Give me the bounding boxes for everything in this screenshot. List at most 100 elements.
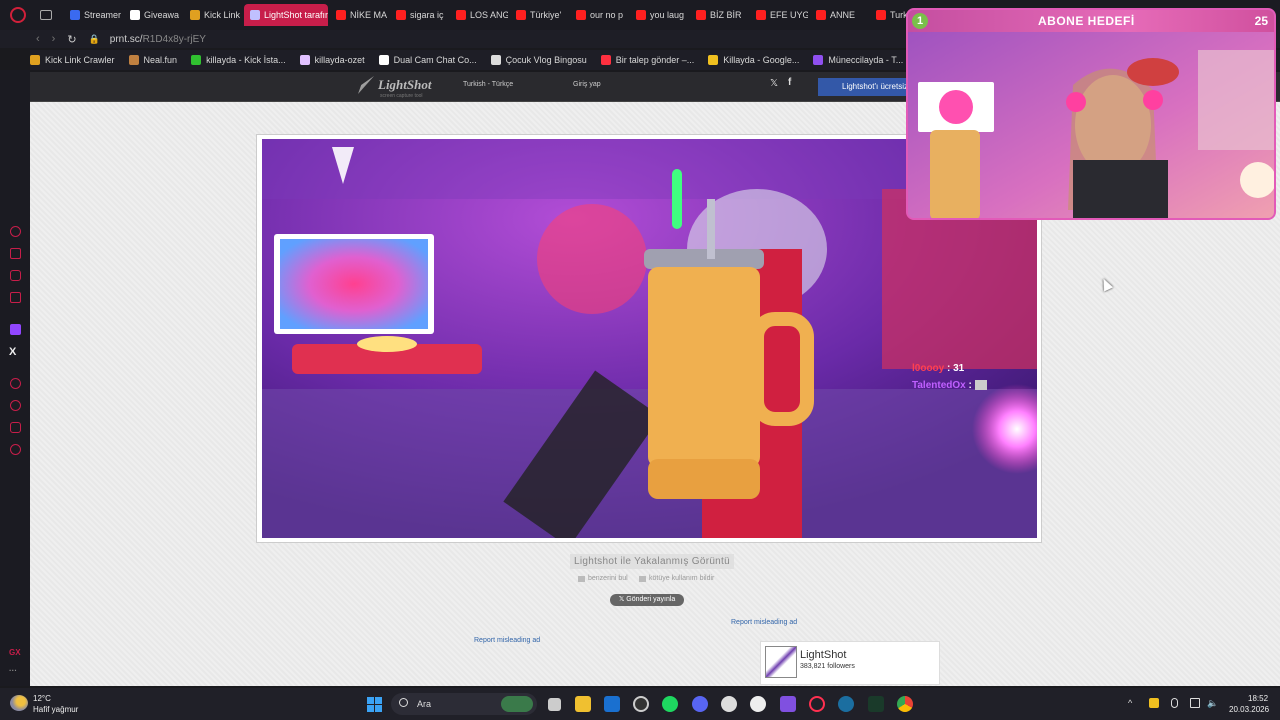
facebook-page-name[interactable]: LightShot: [800, 649, 846, 661]
report-ad-left-link[interactable]: Report misleading ad: [474, 637, 540, 644]
bookmark-item[interactable]: Dual Cam Chat Co...: [378, 55, 477, 65]
discord-icon[interactable]: [692, 696, 708, 712]
url-field[interactable]: prnt.sc/R1D4x8y-rjEY: [110, 34, 206, 45]
extensions-icon[interactable]: [10, 422, 21, 433]
bookmark-item[interactable]: killayda - Kick İsta...: [191, 55, 286, 65]
chrome-icon[interactable]: [897, 696, 913, 712]
x-icon[interactable]: X: [9, 346, 16, 358]
lightshot-avatar: [765, 646, 797, 678]
settings-gear-icon[interactable]: [10, 444, 21, 455]
browser-tab[interactable]: LOS ANG: [450, 4, 508, 26]
browser-tab[interactable]: Giveawa: [124, 4, 182, 26]
image-icon: [578, 575, 585, 582]
browser-tab[interactable]: Türkiye': [510, 4, 568, 26]
facebook-page-widget[interactable]: LightShot 383,821 followers: [760, 641, 940, 685]
browser-tab[interactable]: sigara iç: [390, 4, 448, 26]
lightshot-logo[interactable]: LightShot screen capture tool: [358, 76, 431, 99]
facebook-icon[interactable]: f: [788, 77, 791, 88]
steam-icon[interactable]: [838, 696, 854, 712]
messenger-icon[interactable]: [10, 270, 21, 281]
spotify-icon[interactable]: [662, 696, 678, 712]
bookmark-item[interactable]: Kick Link Crawler: [30, 55, 115, 65]
twitch-icon[interactable]: [10, 324, 21, 335]
chat-line: TalentedOx :: [912, 380, 987, 391]
browser-tab[interactable]: LightShot tarafın: [244, 4, 328, 26]
goal-target-count: 25: [1254, 14, 1268, 28]
browser-tab[interactable]: Kick Link: [184, 4, 242, 26]
tab-manager-icon[interactable]: [40, 10, 52, 20]
tray-app-icon[interactable]: [1149, 698, 1159, 708]
tab-label: NİKE MA: [350, 10, 388, 20]
settings-icon[interactable]: [721, 696, 737, 712]
report-ad-right-link[interactable]: Report misleading ad: [731, 619, 797, 626]
tab-list: Streamer Giveawa Kick Link LightShot tarafı…: [64, 4, 928, 26]
forward-icon[interactable]: ›: [52, 33, 56, 45]
browser-tab[interactable]: NİKE MA: [330, 4, 388, 26]
browser-tab[interactable]: BİZ BİR: [690, 4, 748, 26]
microphone-icon[interactable]: [1171, 698, 1178, 708]
bookmark-item[interactable]: Killayda - Google...: [708, 55, 799, 65]
report-abuse-link[interactable]: kötüye kullanım bildir: [639, 575, 714, 582]
display-icon[interactable]: [1190, 698, 1200, 708]
reload-icon[interactable]: ↻: [67, 33, 76, 46]
weather-description[interactable]: Hafif yağmur: [33, 705, 78, 714]
bookmark-item[interactable]: Neal.fun: [128, 55, 178, 65]
bookmark-favicon-icon: [378, 55, 389, 65]
gx-label[interactable]: GX: [9, 648, 21, 657]
tray-chevron-icon[interactable]: ^: [1128, 698, 1138, 708]
opera-gx-taskbar-icon[interactable]: [809, 696, 825, 712]
bookmark-favicon-icon: [299, 55, 310, 65]
player-icon[interactable]: [10, 378, 21, 389]
app-icon[interactable]: [750, 696, 766, 712]
bookmark-item[interactable]: Bir talep gönder –...: [600, 55, 694, 65]
language-select[interactable]: Turkish - Türkçe: [463, 81, 513, 88]
weather-temperature[interactable]: 12°C: [33, 694, 51, 703]
start-button[interactable]: [367, 697, 382, 712]
bookmark-item[interactable]: Müneccilayda - T...: [813, 55, 903, 65]
tweet-button[interactable]: 𝕏 Gönderi yayınla: [610, 594, 684, 606]
history-icon[interactable]: [10, 400, 21, 411]
file-explorer-icon[interactable]: [575, 696, 591, 712]
mail-icon[interactable]: [10, 292, 21, 303]
tab-label: Giveawa: [144, 10, 180, 20]
bookmark-label: Neal.fun: [143, 55, 178, 65]
back-icon[interactable]: ‹: [36, 33, 40, 45]
emote-icon: [974, 380, 987, 391]
taskbar-search[interactable]: Ara: [391, 693, 537, 715]
goal-title: ABONE HEDEFİ: [1038, 14, 1135, 28]
logo-subtitle: screen capture tool: [380, 93, 423, 99]
browser-tab[interactable]: Streamer: [64, 4, 122, 26]
task-view-icon[interactable]: [548, 698, 561, 711]
bookmark-favicon-icon: [490, 55, 501, 65]
feather-icon: [358, 76, 374, 94]
bookmark-item[interactable]: Çocuk Vlog Bingosu: [490, 55, 587, 65]
weather-icon[interactable]: [10, 695, 28, 711]
speaker-icon[interactable]: 🔈: [1207, 698, 1218, 708]
speed-dial-icon[interactable]: [10, 226, 21, 237]
terminal-icon[interactable]: [868, 696, 884, 712]
login-link[interactable]: Giriş yap: [573, 81, 601, 88]
browser-tab[interactable]: you laug: [630, 4, 688, 26]
windows-taskbar: 12°C Hafif yağmur Ara ^ 🔈 18:52 20.03.20…: [0, 688, 1280, 720]
shopping-bag-icon[interactable]: [10, 248, 21, 259]
clock-time[interactable]: 18:52: [1248, 694, 1268, 703]
find-similar-link[interactable]: benzerini bul: [578, 575, 628, 582]
opera-gx-logo-icon[interactable]: [10, 7, 26, 23]
outlook-icon[interactable]: [604, 696, 620, 712]
tab-favicon-icon: [516, 10, 526, 20]
browser-tab[interactable]: ANNE: [810, 4, 868, 26]
browser-tab[interactable]: EFE UYG: [750, 4, 808, 26]
bookmark-item[interactable]: killayda-ozet: [299, 55, 365, 65]
twitter-icon[interactable]: 𝕏: [770, 78, 778, 89]
obs-icon[interactable]: [633, 696, 649, 712]
more-dots-icon[interactable]: ···: [9, 666, 17, 675]
tab-favicon-icon: [70, 10, 80, 20]
browser-tab[interactable]: our no p: [570, 4, 628, 26]
grid-app-icon[interactable]: [780, 696, 796, 712]
tab-favicon-icon: [816, 10, 826, 20]
clock-date[interactable]: 20.03.2026: [1229, 705, 1269, 714]
tab-label: LOS ANG: [470, 10, 508, 20]
tab-favicon-icon: [190, 10, 200, 20]
tab-favicon-icon: [576, 10, 586, 20]
webcam-overlay: 1 ABONE HEDEFİ 25: [906, 8, 1276, 220]
